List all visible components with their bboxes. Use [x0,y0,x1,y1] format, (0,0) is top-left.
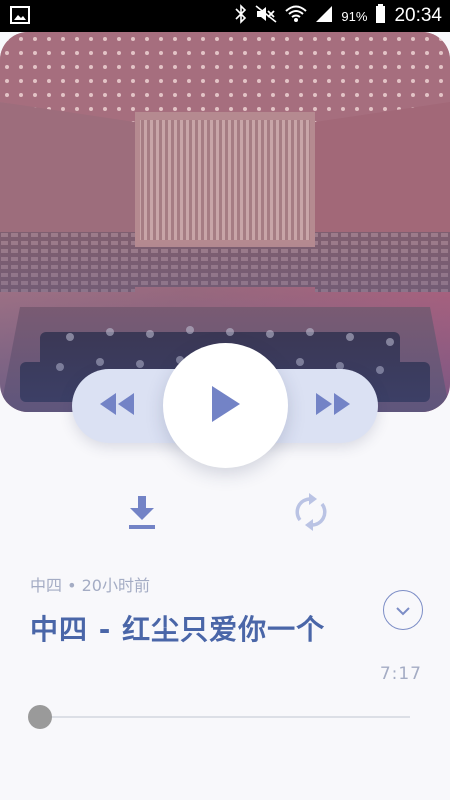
clock: 20:34 [394,5,442,26]
rewind-button[interactable] [92,369,142,443]
seek-thumb[interactable] [28,705,52,729]
signal-icon [315,5,333,27]
battery-icon [375,4,386,28]
image-icon [10,6,30,28]
track-meta: 中四 • 20小时前 [30,576,150,595]
play-button[interactable] [163,343,288,468]
battery-percent: 91% [341,8,368,24]
repeat-icon [294,493,328,535]
fast-forward-button[interactable] [308,369,358,443]
status-bar: 91% 20:34 [0,0,450,32]
play-icon [210,384,242,428]
seek-bar[interactable] [40,716,410,718]
rewind-icon [98,391,136,421]
bluetooth-icon [235,4,247,28]
track-duration: 7:17 [379,664,422,684]
expand-button[interactable] [383,590,423,630]
chevron-down-icon [395,601,411,620]
download-button[interactable] [122,492,162,536]
track-title: 中四 - 红尘只爱你一个 [30,613,326,646]
mute-icon [255,5,277,27]
repeat-button[interactable] [291,492,331,536]
wifi-icon [285,5,308,27]
fast-forward-icon [314,391,352,421]
download-icon [127,494,157,534]
